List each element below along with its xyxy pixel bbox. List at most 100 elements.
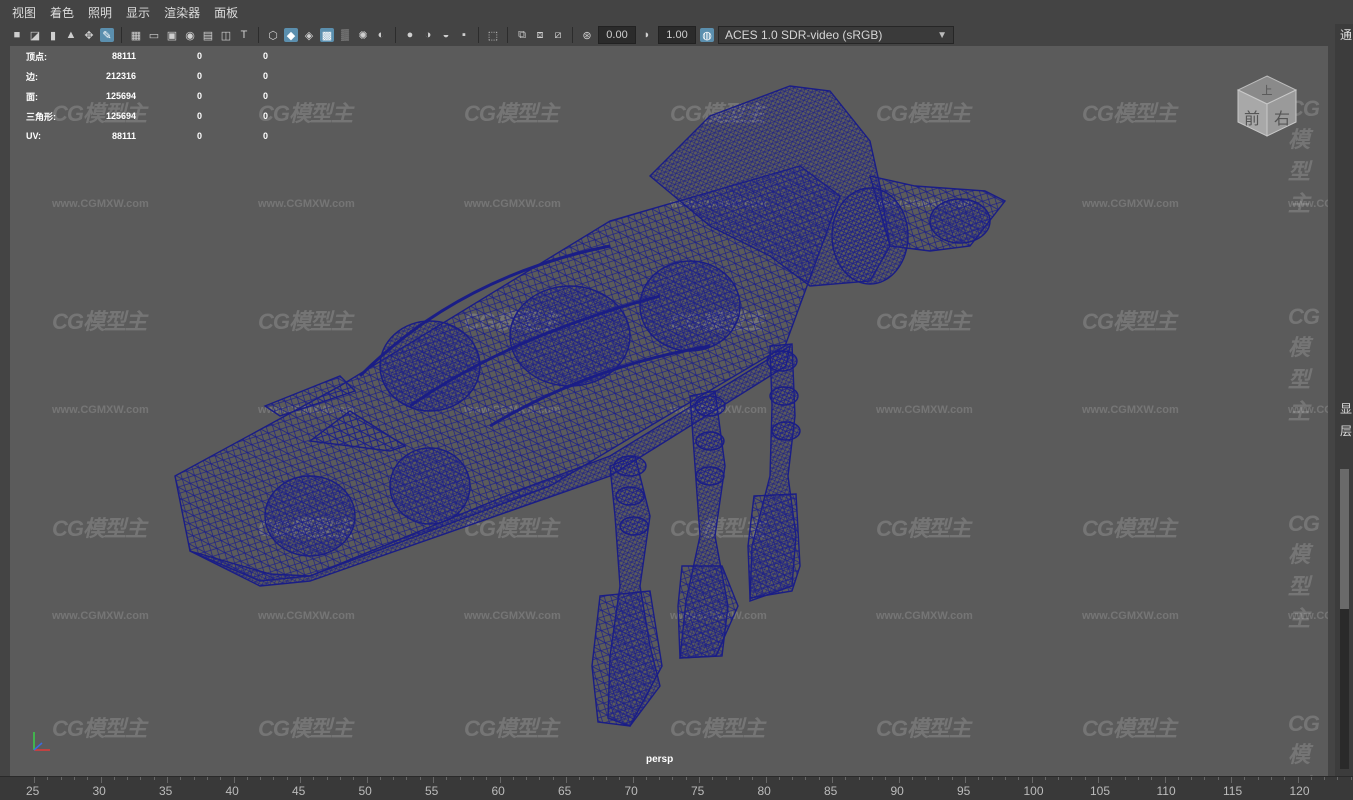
menu-view[interactable]: 视图	[12, 4, 36, 21]
hud-label: 三角形:	[26, 111, 56, 122]
timeline-tick-mark	[1297, 777, 1299, 783]
timeline-tick-mark	[1204, 777, 1206, 780]
bookmark-icon[interactable]: ▮	[46, 28, 60, 42]
attribute-panel-edge: 通 显 层	[1335, 24, 1353, 776]
grease-pencil-icon[interactable]: ✎	[100, 28, 114, 42]
hud-component: 0	[262, 71, 268, 81]
grid-icon[interactable]: ▦	[129, 28, 143, 42]
wireframe-on-shaded-icon[interactable]: ◈	[302, 28, 316, 42]
view-cube-right[interactable]: 右	[1274, 109, 1290, 128]
hud-selected: 0	[196, 71, 202, 81]
menu-renderer[interactable]: 渲染器	[164, 4, 200, 21]
xray-joints-icon[interactable]: ⧈	[533, 28, 547, 42]
xray-icon[interactable]: ▩	[320, 28, 334, 42]
field-chart-icon[interactable]: ▤	[201, 28, 215, 42]
color-management-icon[interactable]: ◍	[700, 28, 714, 42]
anti-aliasing-icon[interactable]: ◒	[439, 28, 453, 42]
film-gate-icon[interactable]: ▭	[147, 28, 161, 42]
shadows-icon[interactable]: ◐	[374, 28, 388, 42]
right-panel-layer-tab[interactable]: 层	[1340, 422, 1352, 439]
timeline-tick-label: 95	[957, 784, 971, 798]
timeline-tick-label: 110	[1156, 784, 1176, 798]
timeline-tick-label: 120	[1289, 784, 1310, 798]
camera-select-icon[interactable]: ■	[10, 28, 24, 42]
hud-component: 0	[262, 91, 268, 101]
timeline-tick-mark	[592, 777, 594, 780]
image-plane-icon[interactable]: ▲	[64, 28, 78, 42]
screen-space-ao-icon[interactable]: ●	[403, 28, 417, 42]
timeline-tick-mark	[393, 777, 395, 780]
right-panel-display-tab[interactable]: 显	[1340, 400, 1352, 417]
gate-mask-icon[interactable]: ◉	[183, 28, 197, 42]
toolbar-divider	[507, 27, 508, 43]
color-space-dropdown[interactable]: ACES 1.0 SDR-video (sRGB) ▼	[718, 26, 954, 44]
2d-pan-zoom-icon[interactable]: ✥	[82, 28, 96, 42]
menu-shading[interactable]: 着色	[50, 4, 74, 21]
timeline-tick-mark	[552, 777, 554, 780]
xray-active-icon[interactable]: ⧉	[515, 28, 529, 42]
right-panel-tab[interactable]: 通	[1340, 26, 1352, 43]
isolate-select-icon[interactable]: ⬚	[486, 28, 500, 42]
gamma-field[interactable]: 1.00	[658, 26, 696, 44]
timeline-tick-mark	[938, 777, 940, 780]
timeline-tick-mark	[326, 777, 328, 780]
safe-action-icon[interactable]: ◫	[219, 28, 233, 42]
menu-show[interactable]: 显示	[126, 4, 150, 21]
timeline-tick-mark	[300, 777, 301, 783]
camera-attributes-icon[interactable]: ◪	[28, 28, 42, 42]
exposure-icon[interactable]: ⊛	[580, 28, 594, 42]
timeline-tick-mark	[433, 777, 434, 783]
menu-panels[interactable]: 面板	[214, 4, 238, 21]
3d-viewport[interactable]: CG模型主 CG模型主 CG模型主 CG模型主 CG模型主 CG模型主 CG模型主 CG模型主…	[10, 46, 1328, 776]
scrollbar-thumb[interactable]	[1340, 469, 1349, 609]
timeline-tick-mark	[1177, 777, 1179, 780]
menu-lighting[interactable]: 照明	[88, 4, 112, 21]
timeline-tick-label: 65	[558, 784, 572, 798]
view-cube-front[interactable]: 前	[1244, 109, 1260, 128]
timeline-tick-mark	[526, 777, 528, 780]
timeline-tick-mark	[1191, 777, 1193, 780]
timeline-tick-mark	[1058, 777, 1060, 780]
timeline-tick-mark	[1217, 777, 1219, 780]
backface-cull-icon[interactable]: ⧄	[551, 28, 565, 42]
timeline-tick-mark	[645, 777, 647, 780]
timeline-tick-mark	[472, 777, 474, 780]
timeline-tick-mark	[286, 777, 288, 780]
timeline-tick-mark	[1111, 777, 1113, 780]
timeline-tick-mark	[725, 777, 727, 780]
view-cube-top[interactable]: 上	[1262, 84, 1273, 97]
timeline-tick-mark	[1257, 777, 1259, 780]
depth-of-field-icon[interactable]: ▪	[457, 28, 471, 42]
timeline-tick-mark	[991, 777, 993, 780]
resolution-gate-icon[interactable]: ▣	[165, 28, 179, 42]
timeline-tick-mark	[379, 777, 381, 780]
timeline-tick-mark	[459, 777, 461, 780]
timeline-tick-mark	[818, 777, 820, 780]
timeline-tick-mark	[499, 777, 501, 783]
gamma-icon[interactable]: ◗	[640, 28, 654, 42]
textured-icon[interactable]: ▒	[338, 28, 352, 42]
timeline-tick-mark	[965, 777, 966, 783]
timeline-tick-mark	[871, 777, 873, 780]
toolbar-divider	[478, 27, 479, 43]
timeline-tick-mark	[339, 777, 341, 780]
view-cube[interactable]: 上 前 右	[1232, 70, 1302, 140]
safe-title-icon[interactable]: T	[237, 28, 251, 42]
smooth-shade-icon[interactable]: ◆	[284, 28, 298, 42]
motion-blur-icon[interactable]: ◑	[421, 28, 435, 42]
time-slider[interactable]: 25 30 35 40 45 50 55 60 65 70 75 80 85 90 95 100 105 110 1…	[0, 776, 1353, 800]
timeline-tick-mark	[486, 777, 488, 780]
wireframe-model[interactable]	[10, 46, 1328, 776]
timeline-tick-mark	[672, 777, 674, 780]
hud-label: 顶点:	[26, 51, 47, 62]
hud-component: 0	[262, 111, 268, 121]
hud-row-faces: 面: 125694 0 0	[26, 86, 268, 106]
timeline-tick-mark	[260, 777, 262, 780]
exposure-field[interactable]: 0.00	[598, 26, 636, 44]
timeline-tick-mark	[792, 777, 794, 780]
timeline-tick-mark	[419, 777, 421, 780]
right-panel-scrollbar[interactable]	[1340, 469, 1349, 769]
use-all-lights-icon[interactable]: ✺	[356, 28, 370, 42]
wireframe-icon[interactable]: ⬡	[266, 28, 280, 42]
timeline-tick-mark	[978, 777, 980, 780]
